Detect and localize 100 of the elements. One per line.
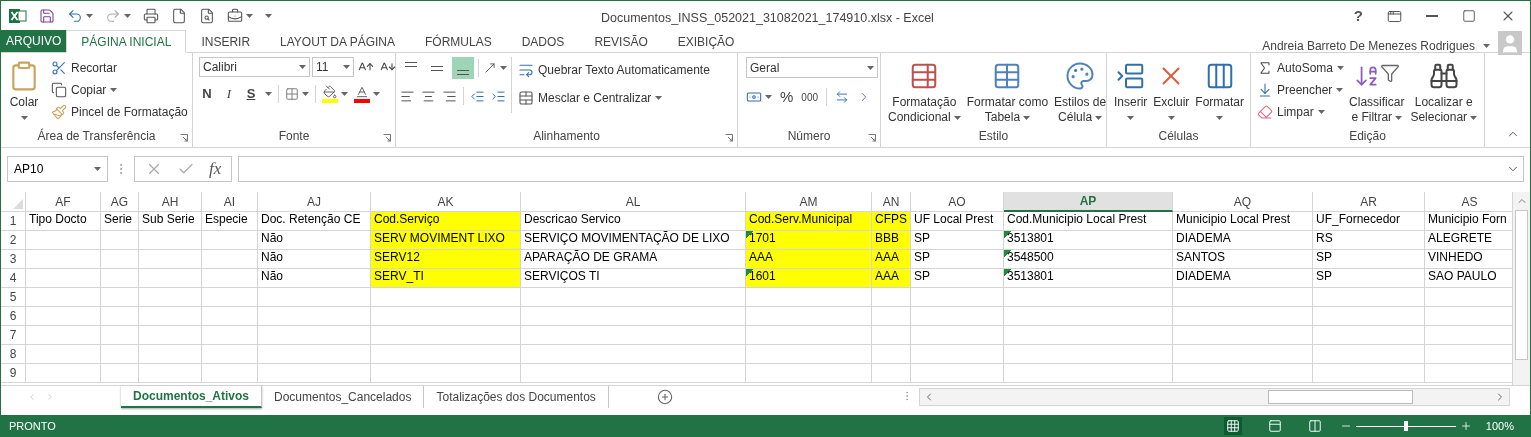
- ribbon-tab[interactable]: INSERIR: [186, 30, 266, 53]
- clear-button[interactable]: Limpar: [1255, 101, 1347, 123]
- redo-button[interactable]: [105, 8, 131, 24]
- ribbon-tab[interactable]: EXIBIÇÃO: [662, 30, 750, 53]
- table-cell[interactable]: [202, 326, 258, 345]
- table-cell[interactable]: [1004, 307, 1173, 326]
- format-painter-button[interactable]: Pincel de Formatação: [49, 101, 190, 123]
- bold-button[interactable]: N: [199, 84, 215, 104]
- dialog-launcher-icon[interactable]: [383, 134, 391, 142]
- save-button[interactable]: [39, 8, 55, 24]
- table-cell[interactable]: AAA: [746, 250, 872, 269]
- table-cell[interactable]: [746, 288, 872, 307]
- table-cell[interactable]: [139, 288, 202, 307]
- row-header[interactable]: 8: [1, 345, 26, 364]
- table-cell[interactable]: [911, 345, 1004, 364]
- table-cell[interactable]: [1173, 307, 1313, 326]
- font-color-button[interactable]: [354, 84, 380, 103]
- table-cell[interactable]: [1004, 326, 1173, 345]
- table-cell[interactable]: [1313, 307, 1425, 326]
- table-cell[interactable]: [101, 250, 139, 269]
- sort-filter-button[interactable]: Classificar e Filtrar: [1346, 57, 1408, 125]
- maximize-button[interactable]: [1462, 9, 1476, 23]
- table-cell[interactable]: SP: [1313, 269, 1425, 288]
- table-cell[interactable]: SERV MOVIMENT LIXO: [371, 231, 521, 250]
- table-cell[interactable]: [872, 345, 911, 364]
- number-format-field[interactable]: Geral: [746, 57, 878, 78]
- table-cell[interactable]: [872, 364, 911, 383]
- table-cell[interactable]: RS: [1313, 231, 1425, 250]
- toolbox-button[interactable]: [227, 8, 253, 24]
- vertical-align-button[interactable]: [452, 57, 474, 79]
- table-cell[interactable]: [371, 288, 521, 307]
- ribbon-tab[interactable]: REVISÃO: [579, 30, 663, 53]
- table-cell[interactable]: Serie: [101, 212, 139, 231]
- sheet-tab[interactable]: Documentos_Ativos: [121, 386, 263, 408]
- print-preview-button[interactable]: [199, 8, 215, 24]
- table-cell[interactable]: [139, 326, 202, 345]
- ribbon-display-button[interactable]: [1387, 8, 1402, 24]
- table-cell[interactable]: [26, 269, 101, 288]
- fill-button[interactable]: Preencher: [1255, 79, 1347, 101]
- table-cell[interactable]: SERV_TI: [371, 269, 521, 288]
- table-cell[interactable]: [911, 307, 1004, 326]
- table-cell[interactable]: APARAÇÃO DE GRAMA: [521, 250, 746, 269]
- table-cell[interactable]: [202, 345, 258, 364]
- normal-view-button[interactable]: [1223, 417, 1242, 435]
- thousands-button[interactable]: 000: [801, 89, 819, 105]
- row-header[interactable]: 6: [1, 307, 26, 326]
- select-all-icon[interactable]: [13, 199, 23, 209]
- table-cell[interactable]: AAA: [872, 250, 911, 269]
- cut-button[interactable]: Recortar: [49, 57, 190, 79]
- dialog-launcher-icon[interactable]: [180, 134, 188, 142]
- table-cell[interactable]: CFPS: [872, 212, 911, 231]
- style-button[interactable]: Formatação Condicional: [885, 57, 964, 125]
- table-cell[interactable]: [202, 231, 258, 250]
- table-cell[interactable]: UF_Fornecedor: [1313, 212, 1425, 231]
- table-cell[interactable]: [101, 307, 139, 326]
- column-header[interactable]: AP: [1004, 192, 1173, 212]
- dialog-launcher-icon[interactable]: [725, 134, 733, 142]
- table-cell[interactable]: [139, 307, 202, 326]
- table-cell[interactable]: [1004, 288, 1173, 307]
- table-cell[interactable]: [872, 288, 911, 307]
- table-cell[interactable]: [911, 364, 1004, 383]
- page-layout-button[interactable]: [1267, 419, 1282, 433]
- table-cell[interactable]: DIADEMA: [1173, 231, 1313, 250]
- table-cell[interactable]: Municipio Local Prest: [1173, 212, 1313, 231]
- table-cell[interactable]: [746, 326, 872, 345]
- table-cell[interactable]: Cod.Serv.Municipal: [746, 212, 872, 231]
- file-tab[interactable]: ARQUIVO: [1, 30, 67, 52]
- orientation-button[interactable]: [483, 61, 507, 75]
- table-cell[interactable]: [521, 364, 746, 383]
- table-cell[interactable]: [371, 364, 521, 383]
- column-header[interactable]: AQ: [1173, 192, 1313, 212]
- column-header[interactable]: AJ: [258, 192, 371, 212]
- italic-button[interactable]: I: [221, 84, 237, 104]
- wrap-text-button[interactable]: Quebrar Texto Automaticamente: [516, 59, 712, 81]
- table-cell[interactable]: [521, 326, 746, 345]
- sheet-tab[interactable]: Totalizações dos Documentos: [424, 386, 609, 408]
- undo-button[interactable]: [67, 8, 93, 24]
- table-cell[interactable]: SERV12: [371, 250, 521, 269]
- cells-button[interactable]: Formatar: [1192, 57, 1248, 125]
- page-break-button[interactable]: [1307, 419, 1322, 433]
- row-header[interactable]: 7: [1, 326, 26, 345]
- percent-button[interactable]: %: [780, 86, 794, 109]
- table-cell[interactable]: [1173, 288, 1313, 307]
- column-header[interactable]: AI: [202, 192, 258, 212]
- table-cell[interactable]: [101, 269, 139, 288]
- user-name[interactable]: Andreia Barreto De Menezes Rodrigues: [1262, 37, 1475, 55]
- borders-button[interactable]: [285, 86, 309, 101]
- table-cell[interactable]: [139, 269, 202, 288]
- table-cell[interactable]: [26, 231, 101, 250]
- row-header[interactable]: 9: [1, 364, 26, 383]
- table-cell[interactable]: SP: [1313, 250, 1425, 269]
- table-cell[interactable]: 1701: [746, 231, 872, 250]
- table-cell[interactable]: [101, 364, 139, 383]
- row-header[interactable]: 5: [1, 288, 26, 307]
- table-cell[interactable]: [746, 364, 872, 383]
- style-button[interactable]: Estilos de Célula: [1051, 57, 1110, 125]
- cells-button[interactable]: Excluir: [1150, 57, 1193, 125]
- formula-field[interactable]: [238, 156, 1524, 182]
- align-right-button[interactable]: [442, 88, 457, 104]
- column-header[interactable]: AR: [1313, 192, 1425, 212]
